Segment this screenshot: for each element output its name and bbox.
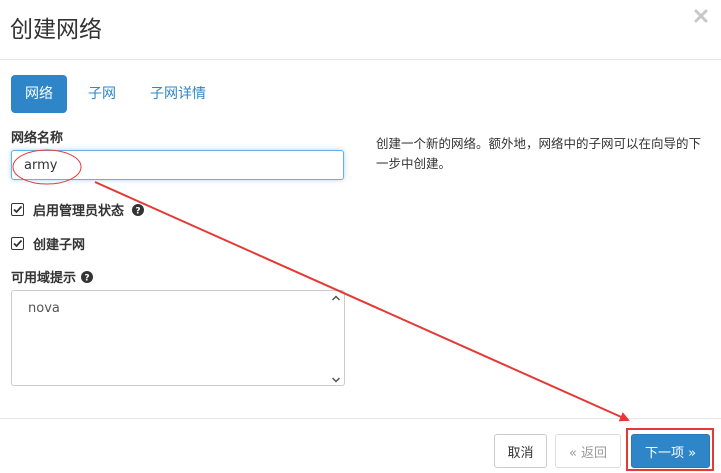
tab-network[interactable]: 网络 xyxy=(11,75,67,113)
svg-text:?: ? xyxy=(84,273,89,283)
az-hints-select[interactable]: nova xyxy=(11,290,345,386)
scrollbar[interactable] xyxy=(329,292,343,386)
cancel-button[interactable]: 取消 xyxy=(494,434,547,468)
wizard-tabs: 网络 子网 子网详情 xyxy=(11,75,227,113)
admin-state-row[interactable]: 启用管理员状态 ? xyxy=(11,200,145,219)
network-description: 创建一个新的网络。额外地，网络中的子网可以在向导的下一步中创建。 xyxy=(376,136,702,171)
back-button[interactable]: « 返回 xyxy=(555,434,621,468)
close-icon[interactable] xyxy=(693,8,709,24)
help-icon[interactable]: ? xyxy=(132,203,145,216)
network-name-input[interactable] xyxy=(11,150,344,180)
network-name-label: 网络名称 xyxy=(11,131,64,146)
az-hints-label-row: 可用域提示 ? xyxy=(11,267,94,286)
modal-title: 创建网络 xyxy=(10,17,102,43)
tab-subnet-details[interactable]: 子网详情 xyxy=(137,75,219,113)
az-option-nova[interactable]: nova xyxy=(28,301,60,316)
footer-divider xyxy=(0,418,721,419)
next-button[interactable]: 下一项 » xyxy=(631,434,710,468)
checkbox-checked-icon[interactable] xyxy=(11,203,24,216)
header-divider xyxy=(0,59,721,60)
help-icon[interactable]: ? xyxy=(81,270,94,283)
create-subnet-label: 创建子网 xyxy=(33,238,86,253)
svg-text:?: ? xyxy=(135,206,140,216)
checkbox-checked-icon[interactable] xyxy=(11,237,24,250)
tab-subnet[interactable]: 子网 xyxy=(75,75,129,113)
create-subnet-row[interactable]: 创建子网 xyxy=(11,234,85,253)
az-hints-label: 可用域提示 xyxy=(11,271,77,286)
annotation-overlay xyxy=(12,149,714,471)
admin-state-label: 启用管理员状态 xyxy=(33,204,125,219)
